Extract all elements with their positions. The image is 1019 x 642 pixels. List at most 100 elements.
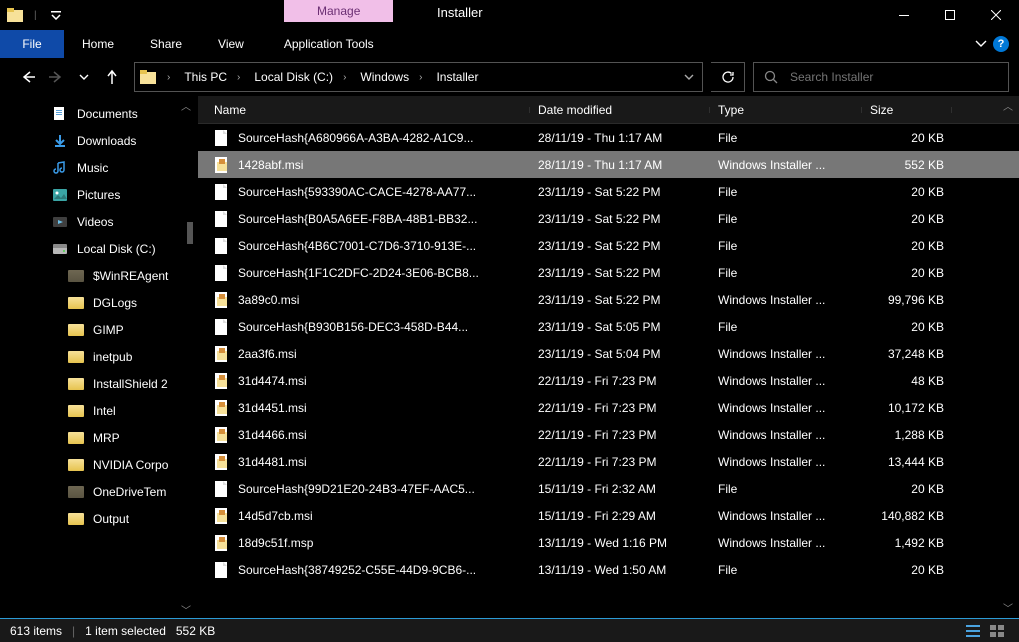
search-input[interactable] [790,70,998,84]
file-date: 23/11/19 - Sat 5:22 PM [530,185,710,199]
file-size: 99,796 KB [862,293,952,307]
search-box[interactable] [753,62,1009,92]
view-tab[interactable]: View [200,30,262,58]
status-item-count: 613 items [10,624,62,638]
videos-icon [52,214,68,230]
column-name[interactable]: Name [206,103,530,117]
ribbon-expand-icon[interactable] [975,40,987,48]
window-title: Installer [437,5,483,20]
table-row[interactable]: SourceHash{1F1C2DFC-2D24-3E06-BCB8...23/… [198,259,1019,286]
sidebar-item[interactable]: Music [0,154,197,181]
file-date: 15/11/19 - Fri 2:29 AM [530,509,710,523]
file-date: 13/11/19 - Wed 1:16 PM [530,536,710,550]
table-row[interactable]: SourceHash{593390AC-CACE-4278-AA77... 23/… [198,178,1019,205]
thumbnails-view-button[interactable] [985,621,1009,641]
file-name: SourceHash{B930B156-DEC3-458D-B44... [238,320,468,334]
file-icon [214,156,230,174]
forward-button[interactable] [42,63,70,91]
up-button[interactable] [98,63,126,91]
sidebar-subitem[interactable]: InstallShield 2 [0,370,197,397]
folder-icon[interactable] [135,70,161,84]
chevron-right-icon[interactable]: › [231,72,246,83]
table-row[interactable]: 31d4481.msi22/11/19 - Fri 7:23 PMWindows… [198,448,1019,475]
recent-locations-button[interactable] [70,63,98,91]
explorer-app-icon[interactable] [0,0,30,30]
scroll-up-icon[interactable]: ︿ [179,98,193,112]
table-row[interactable]: SourceHash{B930B156-DEC3-458D-B44...23/1… [198,313,1019,340]
sidebar-subitem[interactable]: Output [0,505,197,532]
manage-tab-label[interactable]: Manage [284,0,393,22]
scroll-down-icon[interactable]: ﹀ [179,602,193,616]
sidebar-item[interactable]: Documents [0,100,197,127]
refresh-button[interactable] [711,62,745,92]
table-row[interactable]: 1428abf.msi28/11/19 - Thu 1:17 AMWindows… [198,151,1019,178]
maximize-button[interactable] [927,0,973,30]
file-name: 31d4451.msi [238,401,307,415]
file-name: 2aa3f6.msi [238,347,297,361]
file-date: 23/11/19 - Sat 5:22 PM [530,266,710,280]
table-row[interactable]: SourceHash{A680966A-A3BA-4282-A1C9...28/… [198,124,1019,151]
sidebar-subitem[interactable]: MRP [0,424,197,451]
table-row[interactable]: 31d4466.msi22/11/19 - Fri 7:23 PMWindows… [198,421,1019,448]
sidebar-subitem[interactable]: GIMP [0,316,197,343]
file-date: 28/11/19 - Thu 1:17 AM [530,158,710,172]
share-tab[interactable]: Share [132,30,200,58]
sidebar-item[interactable]: Pictures [0,181,197,208]
column-headers: Name Date modified Type Size [198,96,1019,124]
table-row[interactable]: SourceHash{99D21E20-24B3-47EF-AAC5...15/… [198,475,1019,502]
qat-customize-icon[interactable] [41,0,71,30]
table-row[interactable]: 3a89c0.msi23/11/19 - Sat 5:22 PMWindows … [198,286,1019,313]
file-icon [214,183,230,201]
scroll-down-icon[interactable]: ﹀ [1001,600,1015,614]
home-tab[interactable]: Home [64,30,132,58]
close-button[interactable] [973,0,1019,30]
file-type: File [710,482,862,496]
file-name: SourceHash{593390AC-CACE-4278-AA77... [238,185,476,199]
file-date: 22/11/19 - Fri 7:23 PM [530,428,710,442]
application-tools-tab[interactable]: Application Tools [262,30,396,58]
file-menu[interactable]: File [0,30,64,58]
chevron-right-icon[interactable]: › [161,72,176,83]
sidebar-item[interactable]: Downloads [0,127,197,154]
breadcrumb-this-pc[interactable]: This PC [176,63,231,91]
back-button[interactable] [14,63,42,91]
sidebar-item[interactable]: Local Disk (C:) [0,235,197,262]
breadcrumb-windows[interactable]: Windows [352,63,413,91]
file-name: SourceHash{B0A5A6EE-F8BA-48B1-BB32... [238,212,477,226]
sidebar-subitem[interactable]: Intel [0,397,197,424]
sidebar-subitem[interactable]: OneDriveTem [0,478,197,505]
address-dropdown-icon[interactable] [676,73,702,81]
column-size[interactable]: Size [862,103,952,117]
table-row[interactable]: 18d9c51f.msp13/11/19 - Wed 1:16 PMWindow… [198,529,1019,556]
sidebar-subitem[interactable]: $WinREAgent [0,262,197,289]
breadcrumb[interactable]: › This PC › Local Disk (C:) › Windows › … [134,62,703,92]
status-bar: 613 items | 1 item selected 552 KB [0,618,1019,642]
chevron-right-icon[interactable]: › [413,72,428,83]
table-row[interactable]: SourceHash{38749252-C55E-44D9-9CB6-...13… [198,556,1019,583]
help-button[interactable]: ? [993,36,1009,52]
table-row[interactable]: SourceHash{B0A5A6EE-F8BA-48B1-BB32...23/… [198,205,1019,232]
column-type[interactable]: Type [710,103,862,117]
column-date[interactable]: Date modified [530,103,710,117]
chevron-right-icon[interactable]: › [337,72,352,83]
table-row[interactable]: 14d5d7cb.msi15/11/19 - Fri 2:29 AMWindow… [198,502,1019,529]
breadcrumb-drive[interactable]: Local Disk (C:) [246,63,337,91]
breadcrumb-installer[interactable]: Installer [428,63,482,91]
minimize-button[interactable] [881,0,927,30]
sidebar-subitem[interactable]: inetpub [0,343,197,370]
file-name: 14d5d7cb.msi [238,509,313,523]
scrollbar-thumb[interactable] [187,222,193,244]
file-size: 20 KB [862,185,952,199]
file-date: 23/11/19 - Sat 5:04 PM [530,347,710,361]
table-row[interactable]: 31d4451.msi22/11/19 - Fri 7:23 PMWindows… [198,394,1019,421]
sidebar-subitem[interactable]: NVIDIA Corpo [0,451,197,478]
details-view-button[interactable] [961,621,985,641]
file-name: SourceHash{4B6C7001-C7D6-3710-913E-... [238,239,476,253]
table-row[interactable]: 2aa3f6.msi23/11/19 - Sat 5:04 PMWindows … [198,340,1019,367]
table-row[interactable]: 31d4474.msi22/11/19 - Fri 7:23 PMWindows… [198,367,1019,394]
scroll-up-icon[interactable]: ︿ [1001,98,1015,112]
sidebar-subitem[interactable]: DGLogs [0,289,197,316]
file-size: 20 KB [862,239,952,253]
sidebar-item[interactable]: Videos [0,208,197,235]
table-row[interactable]: SourceHash{4B6C7001-C7D6-3710-913E-...23… [198,232,1019,259]
